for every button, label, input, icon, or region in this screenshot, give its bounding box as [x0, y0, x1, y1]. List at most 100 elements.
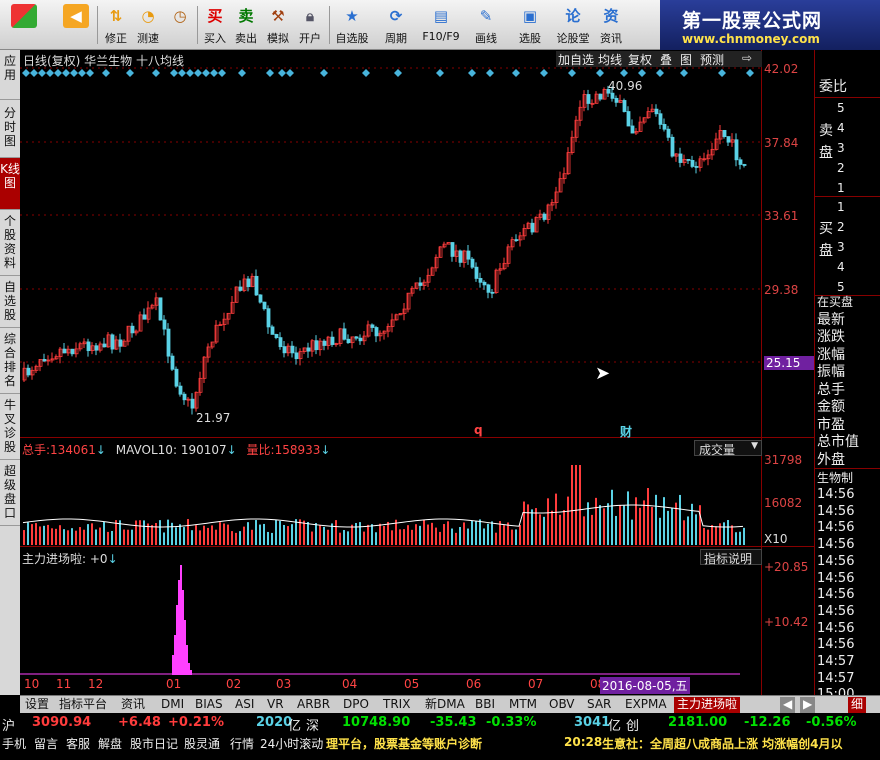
news-button[interactable]: 资 资讯 [594, 2, 628, 48]
candle-body [130, 325, 135, 334]
speed-test-button[interactable]: ◷ [164, 2, 196, 48]
mavol-label: MAVOL10: [115, 443, 177, 457]
volume-bar [107, 531, 109, 545]
volume-bar [243, 526, 245, 545]
left-tab-diagnose[interactable]: 牛叉诊股 [0, 394, 20, 460]
volume-bar [711, 525, 713, 545]
news-icon: 资 [603, 7, 619, 25]
left-tab-app[interactable]: 应用 [0, 50, 20, 100]
tab-bias[interactable]: BIAS [192, 697, 226, 713]
quote-fields: 在买盘 最新 涨跌 涨幅 振幅 总手 金额 市盈 总市值 外盘 [817, 295, 859, 468]
volume-bar [615, 515, 617, 545]
volume-bar [379, 523, 381, 545]
ticker-left[interactable]: 理平台，股票基金等账户诊断 [326, 735, 482, 752]
forum-button[interactable]: 论 论股堂 [554, 2, 592, 48]
volume-bar [643, 500, 645, 545]
volume-bar [511, 529, 513, 545]
fix-button[interactable]: ⇅ 修正 [100, 2, 132, 48]
volume-bar [579, 465, 581, 545]
tab-trix[interactable]: TRIX [380, 697, 413, 713]
left-tab-watchlist[interactable]: 自选股 [0, 276, 20, 328]
tab-bbi[interactable]: BBI [472, 697, 498, 713]
footer-diary[interactable]: 股市日记 [130, 735, 178, 752]
volume-bar [255, 520, 257, 545]
volume-bar [315, 523, 317, 545]
tab-dmi[interactable]: DMI [158, 697, 187, 713]
tab-main-force[interactable]: 主力进场啦 [674, 697, 741, 713]
candle-body [178, 385, 183, 395]
q-marker[interactable]: q [474, 423, 483, 437]
signal-diamond [680, 69, 688, 77]
volume-bar [327, 529, 329, 545]
left-tab-ranking[interactable]: 综合排名 [0, 328, 20, 394]
tab-mtm[interactable]: MTM [506, 697, 540, 713]
home-button[interactable] [6, 2, 42, 48]
tab-sar[interactable]: SAR [584, 697, 614, 713]
tick-times: 14:56 14:56 14:56 14:56 14:56 14:56 14:5… [817, 487, 855, 702]
volume-bar [619, 504, 621, 545]
candle-body [262, 301, 267, 310]
left-tab-intraday[interactable]: 分时图 [0, 100, 20, 158]
tab-news[interactable]: 资讯 [118, 697, 148, 713]
candle-body [282, 346, 287, 354]
speedtest-button[interactable]: ◔ 测速 [132, 2, 164, 48]
volume-selector[interactable]: 成交量 ▼ [694, 440, 762, 457]
down-arrow-icon: ↓ [320, 443, 331, 457]
ticker-right[interactable]: 生意社：全周超八成商品上涨 均涨幅创4月以 [602, 735, 843, 752]
tab-expma[interactable]: EXPMA [622, 697, 670, 713]
footer-guling[interactable]: 股灵通 [184, 735, 220, 752]
tab-indicator-platform[interactable]: 指标平台 [56, 697, 110, 713]
open-account-button[interactable]: 🔒︎ 开户 [295, 2, 325, 48]
footer-mobile[interactable]: 手机 [2, 735, 26, 752]
sh-label: 沪 [2, 719, 16, 734]
volume-bar [635, 497, 637, 545]
stock-screen-button[interactable]: ▣ 选股 [510, 2, 550, 48]
left-tab-level2[interactable]: 超级盘口 [0, 460, 20, 526]
volume-bar [495, 532, 497, 545]
candle-body [290, 345, 295, 354]
footer-analysis[interactable]: 解盘 [98, 735, 122, 752]
f10-button[interactable]: ▤ F10/F9 [418, 2, 464, 48]
tab-dpo[interactable]: DPO [340, 697, 372, 713]
tab-new-dma[interactable]: 新DMA [422, 697, 468, 713]
chart-area[interactable]: 日线(复权) 华兰生物 十八均线 加自选 均线 复权 叠 图 预测 ⇨ 42.0… [20, 50, 814, 695]
tab-settings[interactable]: 设置 [22, 697, 52, 713]
left-tab-stock-info[interactable]: 个股资料 [0, 210, 20, 276]
indicator-help-button[interactable]: 指标说明 [700, 549, 762, 566]
simulate-button[interactable]: ⚒ 模拟 [263, 2, 293, 48]
fix-label: 修正 [105, 32, 127, 45]
footer-bar: 手机 留言 客服 解盘 股市日记 股灵通 行情 24小时滚动 理平台，股票基金等… [0, 733, 880, 760]
signal-diamond [320, 69, 328, 77]
sell-button[interactable]: 卖 卖出 [231, 2, 261, 48]
left-tab-kline[interactable]: K线图 [0, 158, 20, 210]
tab-obv[interactable]: OBV [546, 697, 578, 713]
pen-icon: ✎ [479, 7, 493, 25]
back-button[interactable]: ◀ [58, 2, 94, 48]
finance-marker[interactable]: 财 [620, 423, 632, 440]
candle-body [342, 328, 347, 340]
draw-line-button[interactable]: ✎ 画线 [466, 2, 506, 48]
volume-bar [79, 527, 81, 545]
footer-24h[interactable]: 24小时滚动 [260, 735, 323, 752]
footer-service[interactable]: 客服 [66, 735, 90, 752]
watchlist-button[interactable]: ★ 自选股 [332, 2, 372, 48]
candle-body [258, 294, 263, 303]
scroll-left-icon[interactable]: ◀ [780, 697, 796, 713]
period-button[interactable]: ⟳ 周期 [376, 2, 416, 48]
draw-line-label: 画线 [475, 32, 497, 45]
tab-vr[interactable]: VR [264, 697, 287, 713]
volume-scale: X10 [764, 532, 788, 546]
tab-arbr[interactable]: ARBR [294, 697, 333, 713]
tab-asi[interactable]: ASI [232, 697, 257, 713]
volume-bar [527, 504, 529, 545]
volume-bar [463, 522, 465, 545]
footer-quotes[interactable]: 行情 [230, 735, 254, 752]
tab-detail[interactable]: 细 [848, 697, 867, 713]
volume-bar [131, 529, 133, 545]
footer-message[interactable]: 留言 [34, 735, 58, 752]
buy-button[interactable]: 买 买入 [200, 2, 230, 48]
mavol-value: 190107 [180, 443, 227, 457]
volume-bar [679, 494, 681, 545]
scroll-right-icon[interactable]: ▶ [800, 697, 816, 713]
left-tab-bar: 应用 分时图 K线图 个股资料 自选股 综合排名 牛叉诊股 超级盘口 [0, 50, 20, 695]
